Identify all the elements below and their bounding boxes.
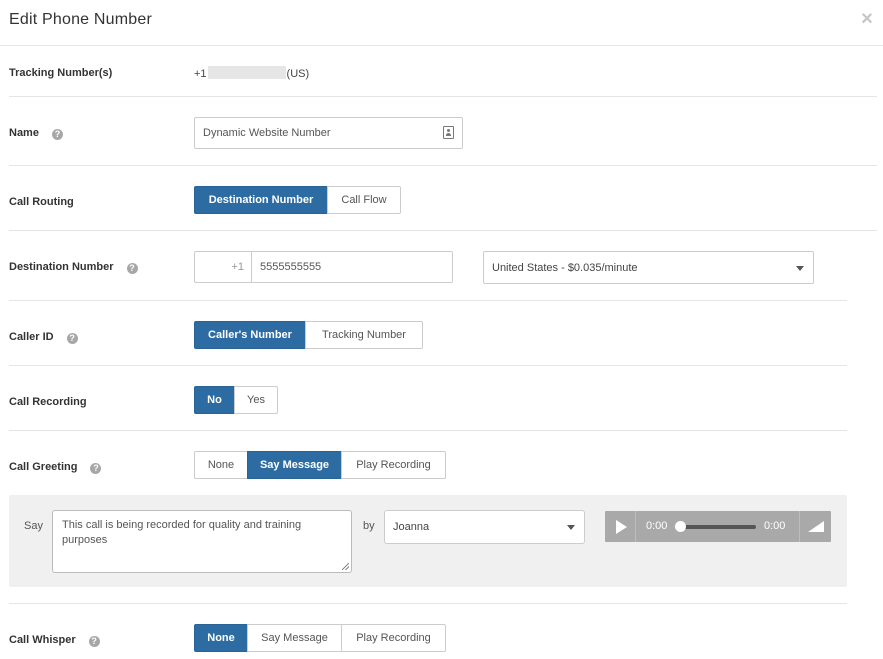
- say-message-text: This call is being recorded for quality …: [62, 519, 302, 546]
- chevron-down-icon: [796, 265, 804, 271]
- routing-call-flow-button[interactable]: Call Flow: [327, 186, 401, 214]
- whisper-play-recording-button[interactable]: Play Recording: [341, 624, 446, 652]
- say-label: Say: [24, 520, 43, 532]
- call-routing-label: Call Routing: [9, 196, 74, 208]
- resize-handle-icon[interactable]: [342, 563, 349, 570]
- help-icon[interactable]: ?: [51, 129, 63, 140]
- call-recording-toggle: No Yes: [194, 386, 278, 414]
- audio-divider: [799, 511, 800, 542]
- destination-number-row: Destination Number? +1 5555555555 United…: [9, 231, 847, 301]
- name-label: Name?: [9, 127, 63, 140]
- audio-seek-bar[interactable]: [681, 525, 756, 529]
- country-code-prefix: +1: [194, 251, 251, 283]
- call-recording-row: Call Recording No Yes: [9, 366, 847, 431]
- routing-destination-number-button[interactable]: Destination Number: [194, 186, 328, 214]
- tracking-label: Tracking Number(s): [9, 67, 113, 79]
- voice-select[interactable]: Joanna: [384, 510, 585, 544]
- play-icon[interactable]: [605, 511, 636, 542]
- call-routing-row: Call Routing Destination Number Call Flo…: [9, 166, 877, 231]
- chevron-down-icon: [567, 525, 575, 530]
- recording-yes-button[interactable]: Yes: [234, 386, 278, 414]
- help-icon[interactable]: ?: [66, 333, 78, 344]
- call-greeting-toggle: None Say Message Play Recording: [194, 451, 446, 479]
- help-icon[interactable]: ?: [90, 463, 102, 474]
- caller-id-tracking-number-button[interactable]: Tracking Number: [305, 321, 423, 349]
- recording-no-button[interactable]: No: [194, 386, 235, 414]
- tracking-suffix: (US): [286, 68, 310, 80]
- tracking-value: +1 (US): [194, 66, 309, 80]
- caller-id-toggle: Caller's Number Tracking Number: [194, 321, 423, 349]
- modal-header: Edit Phone Number ×: [0, 0, 883, 46]
- say-message-textarea[interactable]: This call is being recorded for quality …: [52, 510, 352, 573]
- volume-icon[interactable]: [808, 521, 824, 532]
- call-greeting-row: Call Greeting? None Say Message Play Rec…: [9, 431, 847, 495]
- destination-number-value: 5555555555: [260, 261, 322, 273]
- modal-title: Edit Phone Number: [9, 11, 153, 28]
- rate-select[interactable]: United States - $0.035/minute: [483, 251, 814, 284]
- caller-id-row: Caller ID? Caller's Number Tracking Numb…: [9, 301, 847, 366]
- name-input[interactable]: Dynamic Website Number: [194, 117, 463, 149]
- call-whisper-toggle: None Say Message Play Recording: [194, 624, 446, 652]
- audio-seek-knob[interactable]: [675, 521, 686, 532]
- tracking-prefix: +1: [194, 68, 207, 80]
- by-label: by: [363, 520, 375, 532]
- greeting-none-button[interactable]: None: [194, 451, 248, 479]
- audio-duration: 0:00: [764, 520, 786, 532]
- destination-number-input[interactable]: 5555555555: [251, 251, 453, 283]
- whisper-say-message-button[interactable]: Say Message: [247, 624, 342, 652]
- tracking-row: Tracking Number(s) +1 (US): [9, 46, 877, 97]
- redacted-number: [207, 66, 286, 79]
- call-whisper-row: Call Whisper? None Say Message Play Reco…: [9, 604, 847, 659]
- call-whisper-label: Call Whisper?: [9, 634, 100, 647]
- contact-card-icon[interactable]: [443, 126, 454, 139]
- audio-player: 0:00 0:00: [605, 511, 831, 542]
- caller-id-callers-number-button[interactable]: Caller's Number: [194, 321, 306, 349]
- rate-select-value: United States - $0.035/minute: [492, 262, 638, 274]
- audio-current-time: 0:00: [646, 520, 668, 532]
- name-value: Dynamic Website Number: [203, 127, 331, 139]
- call-greeting-label: Call Greeting?: [9, 461, 102, 474]
- help-icon[interactable]: ?: [88, 636, 100, 647]
- caller-id-label: Caller ID?: [9, 331, 78, 344]
- greeting-say-message-button[interactable]: Say Message: [247, 451, 342, 479]
- help-icon[interactable]: ?: [126, 263, 138, 274]
- close-icon[interactable]: ×: [859, 9, 875, 29]
- destination-number-label: Destination Number?: [9, 261, 138, 274]
- call-recording-label: Call Recording: [9, 396, 87, 408]
- whisper-none-button[interactable]: None: [194, 624, 248, 652]
- greeting-play-recording-button[interactable]: Play Recording: [341, 451, 446, 479]
- name-row: Name? Dynamic Website Number: [9, 97, 877, 166]
- greeting-message-panel: Say This call is being recorded for qual…: [9, 495, 847, 587]
- call-routing-toggle: Destination Number Call Flow: [194, 186, 401, 214]
- voice-select-value: Joanna: [393, 521, 430, 533]
